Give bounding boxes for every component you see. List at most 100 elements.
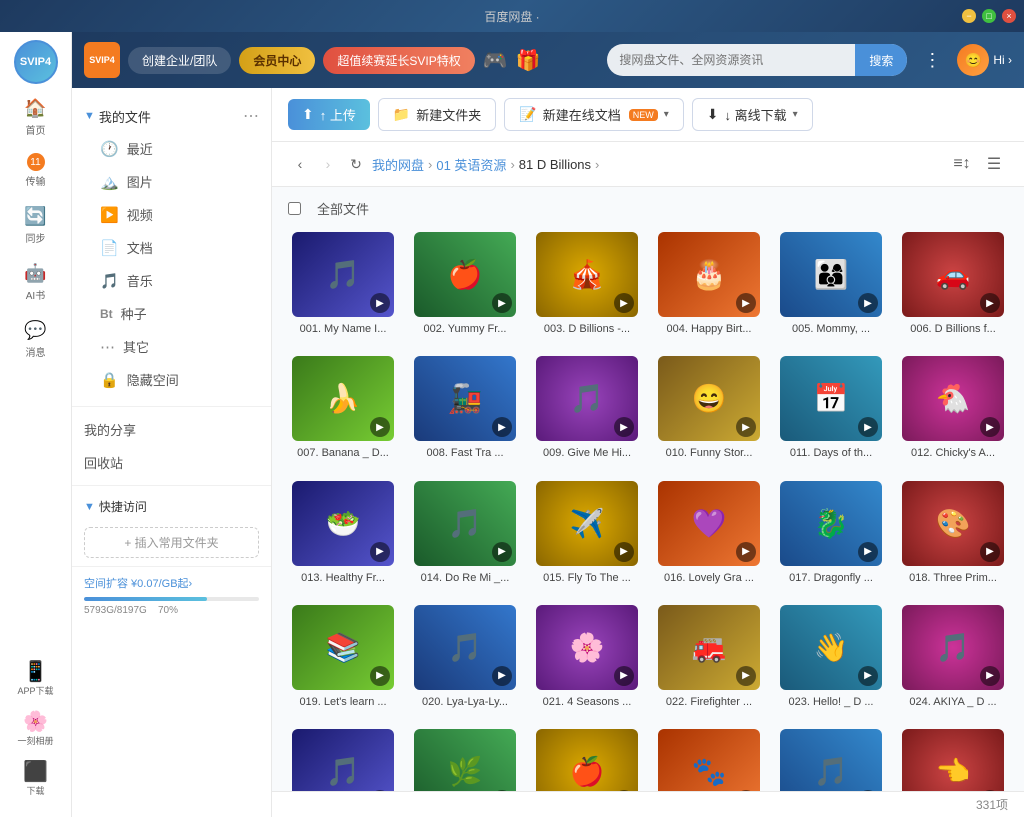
user-menu[interactable]: 😊 Hi › [957,44,1012,76]
game-icon[interactable]: 🎮 [483,48,508,73]
play-button-14[interactable]: ▶ [492,542,512,562]
file-item-15[interactable]: ✈️ ▶ 015. Fly To The ... [532,477,642,589]
my-files-more-icon[interactable]: ⋯ [243,106,259,126]
my-files-header[interactable]: ▼ 我的文件 ⋯ [72,100,271,132]
storage-expand-link[interactable]: 空间扩容 ¥0.07/GB起› [84,575,259,591]
file-item-20[interactable]: 🎵 ▶ 020. Lya-Lya-Ly... [410,601,520,713]
play-button-17[interactable]: ▶ [858,542,878,562]
breadcrumb-folder1[interactable]: 01 英语资源 [436,155,506,174]
file-item-4[interactable]: 🎂 ▶ 004. Happy Birt... [654,228,764,340]
nav-docs[interactable]: 📄 文档 [72,231,271,264]
breadcrumb-home[interactable]: 我的网盘 [372,155,424,174]
offline-button[interactable]: ⬇ ↓ 离线下载 ▾ [692,98,813,131]
play-button-22[interactable]: ▶ [736,666,756,686]
nav-video[interactable]: ▶️ 视频 [72,198,271,231]
play-button-2[interactable]: ▶ [492,293,512,313]
play-button-24[interactable]: ▶ [980,666,1000,686]
play-button-15[interactable]: ▶ [614,542,634,562]
nav-music[interactable]: 🎵 音乐 [72,264,271,297]
sidebar-item-ai[interactable]: 🤖 AI书 [0,253,71,310]
play-button-16[interactable]: ▶ [736,542,756,562]
sort-button[interactable]: ≡↕ [948,150,976,178]
file-item-23[interactable]: 👋 ▶ 023. Hello! _ D ... [776,601,886,713]
sidebar-item-transfer[interactable]: 11 传输 [0,145,71,196]
file-item-11[interactable]: 📅 ▶ 011. Days of th... [776,352,886,464]
maximize-button[interactable]: □ [982,9,996,23]
play-button-4[interactable]: ▶ [736,293,756,313]
file-item-13[interactable]: 🥗 ▶ 013. Healthy Fr... [288,477,398,589]
sidebar-app-download[interactable]: 📱 APP下载 [13,655,57,701]
list-view-button[interactable]: ☰ [980,150,1008,178]
nav-recycle[interactable]: 回收站 [72,446,271,479]
file-item-27[interactable]: 🍎 ▶ 027. 1 Apple, 2 ... [532,725,642,791]
nav-bt[interactable]: Bt 种子 [72,297,271,330]
search-input[interactable] [607,44,855,76]
refresh-button[interactable]: ↻ [344,152,368,176]
file-item-24[interactable]: 🎵 ▶ 024. AKIYA _ D ... [898,601,1008,713]
sidebar-item-home[interactable]: 🏠 首页 [0,88,71,145]
file-item-21[interactable]: 🌸 ▶ 021. 4 Seasons ... [532,601,642,713]
file-item-1[interactable]: 🎵 ▶ 001. My Name I... [288,228,398,340]
play-button-6[interactable]: ▶ [980,293,1000,313]
new-online-button[interactable]: 📝 新建在线文档 NEW ▾ [504,98,683,131]
play-button-21[interactable]: ▶ [614,666,634,686]
play-button-23[interactable]: ▶ [858,666,878,686]
play-button-5[interactable]: ▶ [858,293,878,313]
file-item-19[interactable]: 📚 ▶ 019. Let's learn ... [288,601,398,713]
add-folder-button[interactable]: + 插入常用文件夹 [84,527,259,558]
play-button-20[interactable]: ▶ [492,666,512,686]
nav-hidden[interactable]: 🔒 隐藏空间 [72,363,271,396]
sidebar-item-message[interactable]: 💬 消息 [0,310,71,367]
nav-my-share[interactable]: 我的分享 [72,413,271,446]
storage-info: 空间扩容 ¥0.07/GB起› 5793G/8197G 70% [72,566,271,624]
minimize-button[interactable]: − [962,9,976,23]
offline-label: ↓ 离线下载 [725,105,787,124]
play-button-18[interactable]: ▶ [980,542,1000,562]
play-button-19[interactable]: ▶ [370,666,390,686]
gift-icon[interactable]: 🎁 [516,48,541,73]
file-item-10[interactable]: 😄 ▶ 010. Funny Stor... [654,352,764,464]
file-item-3[interactable]: 🎪 ▶ 003. D Billions -... [532,228,642,340]
forward-button[interactable]: › [316,152,340,176]
file-item-28[interactable]: 🐾 ▶ 028. Animal So... [654,725,764,791]
file-item-7[interactable]: 🍌 ▶ 007. Banana _ D... [288,352,398,464]
file-item-26[interactable]: 🌿 ▶ 026. Wild & Far... [410,725,520,791]
file-item-6[interactable]: 🚗 ▶ 006. D Billions f... [898,228,1008,340]
play-button-1[interactable]: ▶ [370,293,390,313]
more-icon[interactable]: ⋮ [915,46,949,75]
file-item-22[interactable]: 🚒 ▶ 022. Firefighter ... [654,601,764,713]
play-button-13[interactable]: ▶ [370,542,390,562]
file-item-16[interactable]: 💜 ▶ 016. Lovely Gra ... [654,477,764,589]
svip-button[interactable]: 超值续赛延长SVIP特权 [323,47,474,74]
file-item-29[interactable]: 🎵 ▶ 029. Johnny Joh... [776,725,886,791]
moments-icon: 🌸 [23,709,48,734]
file-item-25[interactable]: 🎵 ▶ 025. Oytobo _ ... [288,725,398,791]
file-thumb-23: 👋 ▶ [780,605,882,690]
file-item-2[interactable]: 🍎 ▶ 002. Yummy Fr... [410,228,520,340]
sidebar-item-sync[interactable]: 🔄 同步 [0,196,71,253]
file-item-12[interactable]: 🐔 ▶ 012. Chicky's A... [898,352,1008,464]
upload-button[interactable]: ⬆ ↑ 上传 [288,99,370,130]
vip-button[interactable]: 会员中心 [239,47,315,74]
file-thumb-2: 🍎 ▶ [414,232,516,317]
file-item-18[interactable]: 🎨 ▶ 018. Three Prim... [898,477,1008,589]
file-item-14[interactable]: 🎵 ▶ 014. Do Re Mi _... [410,477,520,589]
team-button[interactable]: 创建企业/团队 [128,47,231,74]
nav-recent[interactable]: 🕐 最近 [72,132,271,165]
file-name-8: 008. Fast Tra ... [414,446,516,460]
select-all-checkbox[interactable] [288,202,301,215]
file-item-30[interactable]: 👈 ▶ 030. Left! Right... [898,725,1008,791]
nav-other[interactable]: ⋯ 其它 [72,330,271,363]
close-button[interactable]: × [1002,9,1016,23]
file-item-9[interactable]: 🎵 ▶ 009. Give Me Hi... [532,352,642,464]
new-folder-button[interactable]: 📁 新建文件夹 [378,98,496,131]
sidebar-store[interactable]: ⬛ 下载 [19,755,52,801]
sidebar-moments[interactable]: 🌸 一刻相册 [13,705,57,751]
back-button[interactable]: ‹ [288,152,312,176]
file-item-5[interactable]: 👨‍👩‍👦 ▶ 005. Mommy, ... [776,228,886,340]
play-button-3[interactable]: ▶ [614,293,634,313]
file-item-8[interactable]: 🚂 ▶ 008. Fast Tra ... [410,352,520,464]
nav-images[interactable]: 🏔️ 图片 [72,165,271,198]
search-button[interactable]: 搜索 [855,44,907,76]
file-item-17[interactable]: 🐉 ▶ 017. Dragonfly ... [776,477,886,589]
